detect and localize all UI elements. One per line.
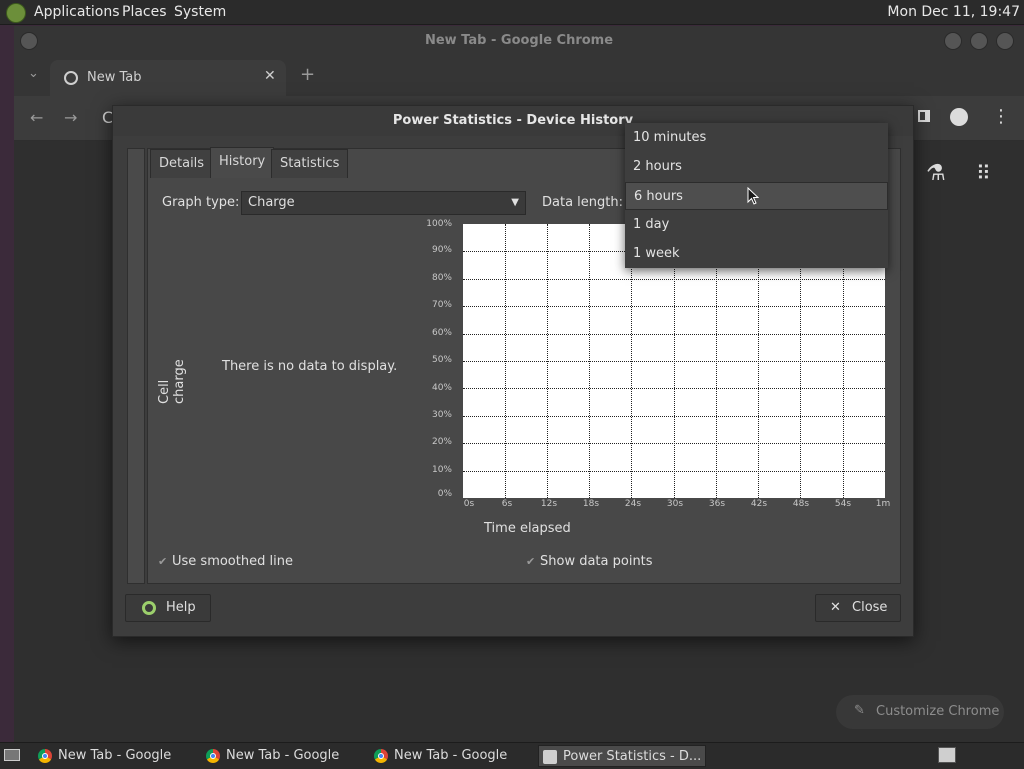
y-tick: 0%	[437, 489, 452, 499]
x-tick: 0s	[463, 499, 475, 509]
clock[interactable]: Mon Dec 11, 19:47	[887, 4, 1020, 20]
x-tick: 48s	[792, 499, 810, 509]
minimize-button[interactable]	[944, 32, 962, 50]
no-data-message: There is no data to display.	[222, 359, 398, 374]
graph-type-select[interactable]: Charge ▼	[241, 191, 526, 215]
graph-type-value: Charge	[248, 195, 295, 210]
tab-favicon-icon	[64, 71, 78, 85]
tab-history[interactable]: History	[210, 147, 275, 178]
x-tick: 6s	[501, 499, 513, 509]
x-tick: 18s	[582, 499, 600, 509]
x-tick: 54s	[834, 499, 852, 509]
use-smoothed-line-checkbox[interactable]: ✔ Use smoothed line	[158, 554, 293, 569]
y-tick: 10%	[431, 465, 452, 475]
data-length-label: Data length:	[542, 195, 623, 210]
taskbar-item-label: Power Statistics - D...	[563, 749, 702, 764]
mouse-cursor-icon	[747, 187, 759, 205]
dropdown-arrow-icon: ▼	[511, 197, 519, 208]
option-1-day[interactable]: 1 day	[625, 211, 888, 239]
apps-grid-icon[interactable]: ⠿	[976, 161, 991, 185]
show-data-points-checkbox[interactable]: ✔ Show data points	[526, 554, 653, 569]
customize-chrome-button[interactable]: ✎ Customize Chrome	[836, 695, 1004, 729]
x-tick: 1m	[875, 499, 891, 509]
pencil-icon: ✎	[854, 703, 865, 718]
tab-title: New Tab	[87, 70, 142, 85]
taskbar-item-label: New Tab - Google ...	[394, 748, 510, 763]
x-tick: 24s	[624, 499, 642, 509]
close-window-button[interactable]	[996, 32, 1014, 50]
chrome-logo-icon	[206, 749, 220, 763]
dialog-title-text: Power Statistics - Device History	[392, 113, 634, 128]
x-tick: 42s	[750, 499, 768, 509]
tab-close-icon[interactable]: ✕	[264, 68, 276, 84]
labs-flask-icon[interactable]: ⚗	[926, 161, 946, 186]
taskbar-item[interactable]: New Tab - Google ...	[370, 745, 510, 767]
y-axis-label: Cell charge	[157, 359, 187, 404]
taskbar-item[interactable]: New Tab - Google ...	[34, 745, 174, 767]
tab-search-chevron-icon[interactable]: ⌄	[28, 66, 39, 81]
taskbar-item[interactable]: New Tab - Google ...	[202, 745, 342, 767]
y-tick: 30%	[431, 410, 452, 420]
workspace-switcher-icon[interactable]	[938, 747, 956, 763]
taskbar-item-active[interactable]: Power Statistics - D...	[538, 745, 706, 767]
y-tick: 100%	[426, 219, 452, 229]
taskbar-item-label: New Tab - Google ...	[226, 748, 342, 763]
bottom-taskbar: New Tab - Google ... New Tab - Google ..…	[0, 742, 1024, 769]
x-axis-label: Time elapsed	[484, 521, 571, 536]
power-statistics-icon	[543, 750, 557, 764]
x-tick: 36s	[708, 499, 726, 509]
maximize-button[interactable]	[970, 32, 988, 50]
y-tick: 60%	[431, 328, 452, 338]
customize-chrome-label: Customize Chrome	[876, 704, 1000, 719]
checkmark-icon: ✔	[526, 555, 536, 568]
chrome-logo-icon	[38, 749, 52, 763]
option-1-week[interactable]: 1 week	[625, 240, 888, 268]
use-smoothed-line-label: Use smoothed line	[172, 554, 293, 569]
chrome-logo-icon	[374, 749, 388, 763]
x-tick: 12s	[540, 499, 558, 509]
places-menu[interactable]: Places	[122, 4, 167, 20]
close-button-label: Close	[852, 600, 888, 615]
y-tick: 20%	[431, 437, 452, 447]
show-data-points-label: Show data points	[540, 554, 653, 569]
back-arrow-icon[interactable]: ←	[30, 108, 43, 127]
profile-avatar-icon[interactable]	[950, 108, 968, 126]
graph-type-label: Graph type:	[162, 195, 240, 210]
help-button-label: Help	[166, 600, 196, 615]
y-tick: 40%	[431, 383, 452, 393]
forward-arrow-icon[interactable]: →	[64, 108, 77, 127]
tab-statistics[interactable]: Statistics	[271, 149, 349, 178]
distro-logo-icon[interactable]	[6, 3, 26, 23]
option-2-hours[interactable]: 2 hours	[625, 153, 888, 181]
system-menu[interactable]: System	[174, 4, 226, 20]
tab-details[interactable]: Details	[150, 149, 214, 178]
close-x-icon: ✕	[830, 600, 841, 615]
help-lifebuoy-icon	[142, 601, 156, 615]
taskbar-item-label: New Tab - Google ...	[58, 748, 174, 763]
x-tick: 30s	[666, 499, 684, 509]
checkmark-icon: ✔	[158, 555, 168, 568]
chrome-window-title: New Tab - Google Chrome	[14, 26, 1024, 56]
applications-menu[interactable]: Applications	[34, 4, 120, 20]
new-tab-plus-icon[interactable]: +	[300, 64, 315, 85]
chrome-title-text: New Tab - Google Chrome	[424, 33, 614, 48]
chrome-tab[interactable]: New Tab ✕	[50, 60, 286, 96]
y-tick: 50%	[431, 355, 452, 365]
y-tick: 90%	[431, 245, 452, 255]
kebab-menu-icon[interactable]: ⋮	[992, 106, 1010, 127]
tab-strip: ⌄ New Tab ✕ +	[14, 56, 1024, 96]
show-desktop-icon[interactable]	[4, 749, 20, 761]
top-panel: Applications Places System Mon Dec 11, 1…	[0, 0, 1024, 25]
y-tick: 80%	[431, 273, 452, 283]
help-button[interactable]: Help	[125, 594, 211, 622]
close-button[interactable]: ✕ Close	[815, 594, 901, 622]
window-menu-button[interactable]	[20, 32, 38, 50]
device-list-pane[interactable]	[127, 148, 145, 584]
y-tick: 70%	[431, 300, 452, 310]
side-panel-icon[interactable]	[918, 110, 930, 122]
option-10-minutes[interactable]: 10 minutes	[625, 124, 888, 152]
